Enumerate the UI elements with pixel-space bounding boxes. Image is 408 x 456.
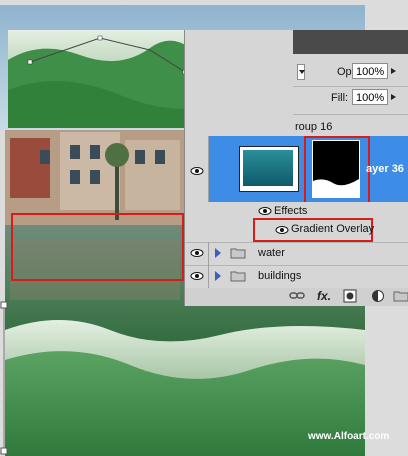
gradient-overlay-eye-icon[interactable] <box>275 225 289 235</box>
opacity-arrow-icon[interactable] <box>391 68 396 74</box>
effects-label: Effects <box>274 205 308 217</box>
layer-name[interactable]: ayer 36 <box>366 163 404 175</box>
expand-triangle-icon[interactable] <box>215 248 221 258</box>
link-icon[interactable] <box>289 290 305 302</box>
layer-thumbnail <box>239 146 299 192</box>
fill-label: Fill: <box>331 92 349 104</box>
eye-icon[interactable] <box>190 166 204 176</box>
fx-icon[interactable]: fx. <box>317 289 331 303</box>
layer-mask-thumbnail[interactable] <box>312 140 360 198</box>
layer-name-buildings[interactable]: buildings <box>258 270 301 282</box>
fill-row <box>293 86 408 115</box>
thumbnail-image <box>243 150 293 186</box>
group-folder-icon[interactable] <box>393 290 408 302</box>
water-eye-icon[interactable] <box>190 248 204 258</box>
adjustment-icon[interactable] <box>371 289 385 303</box>
folder-icon <box>230 248 246 259</box>
folder-icon <box>230 271 246 282</box>
gradient-overlay-label[interactable]: Gradient Overlay <box>291 223 374 235</box>
fill-arrow-icon[interactable] <box>391 94 396 100</box>
mask-shape <box>313 179 359 197</box>
opacity-field[interactable]: 100% <box>352 63 388 79</box>
chevron-down-icon <box>299 70 305 74</box>
expand-triangle-icon[interactable] <box>215 271 221 281</box>
mask-icon[interactable] <box>343 289 357 303</box>
buildings-eye-icon[interactable] <box>190 271 204 281</box>
watermark: www.Alfoart.com <box>308 431 390 442</box>
blend-mode-dropdown[interactable] <box>297 64 305 80</box>
layer-name-water[interactable]: water <box>258 247 285 259</box>
layers-panel: Opacity: 100% Fill: 100% roup 16 ayer 36… <box>184 30 408 306</box>
fill-field[interactable]: 100% <box>352 89 388 105</box>
effects-eye-icon[interactable] <box>258 206 272 216</box>
group-label: roup 16 <box>295 121 333 133</box>
panel-header-bar <box>293 30 408 54</box>
